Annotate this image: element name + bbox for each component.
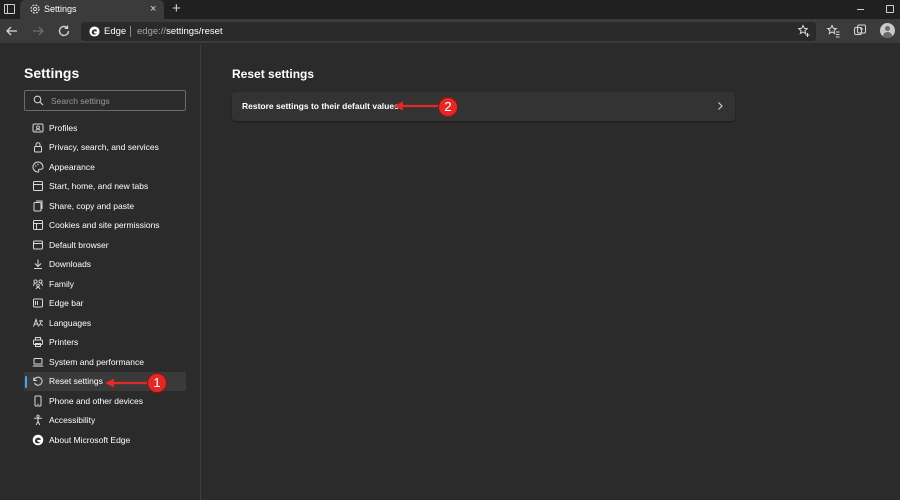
sidebar-item-label: Edge bar (49, 298, 84, 309)
settings-nav-list: Profiles Privacy, search, and services A… (24, 118, 186, 450)
sidebar-item-family[interactable]: Family (24, 274, 186, 294)
tab-actions-icon[interactable] (4, 4, 15, 14)
search-input[interactable] (51, 93, 181, 108)
settings-sidebar: Settings Profiles Privacy, search, and s… (0, 45, 201, 500)
annotation-arrow-2 (394, 101, 441, 111)
accessibility-icon (34, 414, 42, 426)
printer-icon (33, 337, 43, 348)
sidebar-item-accessibility[interactable]: Accessibility (24, 411, 186, 431)
address-brand: Edge (104, 26, 127, 37)
maximize-button[interactable] (886, 5, 894, 13)
sidebar-item-label: System and performance (49, 356, 144, 367)
profile-icon (32, 123, 44, 133)
sidebar-item-label: Accessibility (49, 415, 96, 426)
sidebar-item-privacy[interactable]: Privacy, search, and services (24, 138, 186, 158)
sidebar-item-appearance[interactable]: Appearance (24, 157, 186, 177)
address-separator (130, 26, 131, 37)
back-icon[interactable] (4, 23, 20, 39)
cookie-icon (33, 220, 43, 231)
collections-icon[interactable] (853, 24, 867, 38)
lock-icon (34, 142, 42, 153)
minimize-button[interactable] (857, 9, 864, 10)
sidebar-item-label: Start, home, and new tabs (49, 181, 149, 192)
gear-icon (30, 4, 40, 14)
sidebar-item-label: Profiles (49, 122, 78, 133)
edge-bar-icon (33, 298, 43, 308)
chevron-right-icon (718, 102, 723, 110)
sidebar-item-about-edge[interactable]: About Microsoft Edge (24, 430, 186, 450)
restore-defaults-label: Restore settings to their default values (242, 101, 399, 111)
tab-close-button[interactable]: × (150, 2, 156, 16)
phone-icon (34, 395, 42, 407)
edge-logo-icon (89, 26, 100, 37)
address-url: edge://settings/reset (137, 26, 223, 37)
sidebar-item-system-performance[interactable]: System and performance (24, 352, 186, 372)
annotation-badge-1: 1 (147, 373, 167, 393)
forward-icon[interactable] (30, 23, 46, 39)
restore-defaults-row[interactable]: Restore settings to their default values (232, 92, 735, 121)
sidebar-item-phone-devices[interactable]: Phone and other devices (24, 391, 186, 411)
search-icon (33, 95, 44, 106)
sidebar-item-label: Printers (49, 337, 79, 348)
share-icon (33, 200, 43, 212)
sidebar-item-label: Languages (49, 317, 92, 328)
annotation-arrow-1 (105, 378, 150, 388)
sidebar-item-label: Privacy, search, and services (49, 142, 159, 153)
sidebar-item-printers[interactable]: Printers (24, 333, 186, 353)
address-bar[interactable]: Edge edge://settings/reset (81, 22, 816, 41)
laptop-icon (32, 357, 44, 367)
tab-settings[interactable]: Settings × (20, 0, 164, 19)
tab-title: Settings (44, 4, 77, 14)
sidebar-item-label: Downloads (49, 259, 92, 270)
sidebar-item-label: Family (49, 278, 75, 289)
title-bar: Settings × + (0, 0, 900, 19)
language-icon (33, 317, 44, 327)
page-title: Reset settings (232, 67, 315, 81)
favorites-icon[interactable] (826, 24, 840, 38)
sidebar-item-label: About Microsoft Edge (49, 434, 131, 445)
reset-icon (33, 376, 43, 386)
sidebar-item-default-browser[interactable]: Default browser (24, 235, 186, 255)
home-icon (33, 181, 43, 192)
add-favorite-icon[interactable] (797, 24, 811, 38)
sidebar-item-start-home[interactable]: Start, home, and new tabs (24, 177, 186, 197)
new-tab-button[interactable]: + (172, 0, 181, 18)
sidebar-item-label: Cookies and site permissions (49, 220, 160, 231)
sidebar-item-share-copy-paste[interactable]: Share, copy and paste (24, 196, 186, 216)
refresh-icon[interactable] (56, 23, 72, 39)
edge-logo-icon (32, 434, 44, 446)
sidebar-item-cookies[interactable]: Cookies and site permissions (24, 216, 186, 236)
sidebar-item-label: Reset settings (49, 376, 103, 387)
annotation-badge-2: 2 (438, 97, 458, 117)
sidebar-item-label: Appearance (49, 161, 95, 172)
navigation-bar: Edge edge://settings/reset (0, 19, 900, 44)
profile-avatar[interactable] (880, 23, 895, 38)
sidebar-title: Settings (24, 65, 80, 81)
sidebar-item-edge-bar[interactable]: Edge bar (24, 294, 186, 314)
sidebar-item-languages[interactable]: Languages (24, 313, 186, 333)
sidebar-item-downloads[interactable]: Downloads (24, 255, 186, 275)
family-icon (33, 279, 43, 289)
sidebar-item-label: Default browser (49, 239, 109, 250)
sidebar-item-label: Phone and other devices (49, 395, 144, 406)
download-icon (34, 259, 42, 270)
sidebar-item-label: Share, copy and paste (49, 200, 135, 211)
search-box[interactable] (24, 90, 186, 111)
sidebar-item-profiles[interactable]: Profiles (24, 118, 186, 138)
browser-icon (33, 240, 43, 250)
palette-icon (32, 161, 44, 173)
